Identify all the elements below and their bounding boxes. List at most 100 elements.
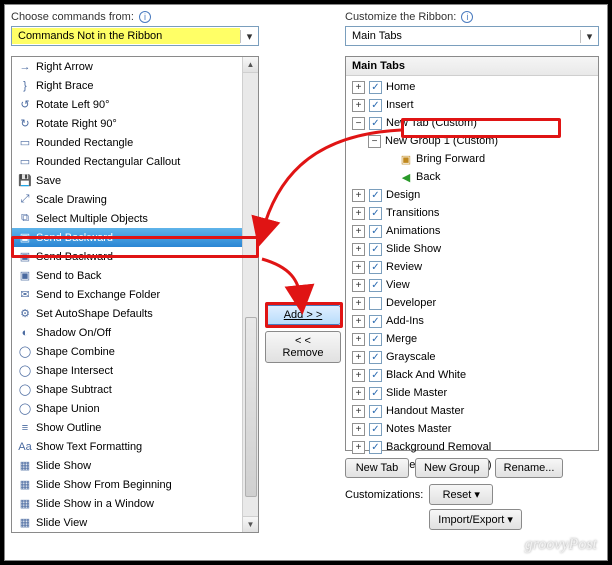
command-icon: 💾	[16, 174, 34, 187]
tree-item-addins[interactable]: +✓Add-Ins	[348, 312, 596, 330]
command-label: Shape Intersect	[34, 365, 113, 377]
command-row[interactable]: ▣Send Backward	[12, 247, 242, 266]
commands-source-dropdown[interactable]: Commands Not in the Ribbon ▾	[11, 26, 259, 46]
command-row[interactable]: ↻Rotate Right 90°	[12, 114, 242, 133]
command-label: Slide View	[34, 517, 87, 529]
command-row[interactable]: ▦Slide View	[12, 513, 242, 532]
import-export-button[interactable]: Import/Export ▾	[429, 509, 522, 530]
command-row[interactable]: ◯Shape Subtract	[12, 380, 242, 399]
command-row[interactable]: ▣Send to Back	[12, 266, 242, 285]
tree-item-grayscale[interactable]: +✓Grayscale	[348, 348, 596, 366]
rename-button[interactable]: Rename...	[495, 458, 564, 478]
command-label: Show Text Formatting	[34, 441, 142, 453]
command-icon: ▦	[16, 478, 34, 491]
command-row[interactable]: ◯Shape Union	[12, 399, 242, 418]
scroll-thumb[interactable]	[245, 317, 257, 497]
chevron-down-icon: ▾	[580, 30, 598, 43]
command-label: Shape Subtract	[34, 384, 112, 396]
command-row[interactable]: ⚙Set AutoShape Defaults	[12, 304, 242, 323]
choose-commands-label: Choose commands from:	[11, 11, 134, 23]
command-label: Rotate Right 90°	[34, 118, 117, 130]
command-row[interactable]: ▭Rounded Rectangular Callout	[12, 152, 242, 171]
tree-item-bw[interactable]: +✓Black And White	[348, 366, 596, 384]
tree-item-newgroup[interactable]: −New Group 1 (Custom)	[348, 132, 596, 150]
command-label: Rotate Left 90°	[34, 99, 110, 111]
add-button[interactable]: Add > >	[265, 305, 341, 325]
command-row[interactable]: ▦Slide Show	[12, 456, 242, 475]
command-icon: ↻	[16, 117, 34, 130]
watermark: groovyPost	[525, 536, 597, 554]
command-row[interactable]: ◯Shape Intersect	[12, 361, 242, 380]
command-row[interactable]: AaShow Text Formatting	[12, 437, 242, 456]
command-label: Shadow On/Off	[34, 327, 111, 339]
command-label: Send to Back	[34, 270, 101, 282]
command-label: Send to Exchange Folder	[34, 289, 160, 301]
tree-item-slideshow[interactable]: +✓Slide Show	[348, 240, 596, 258]
command-icon: ◯	[16, 345, 34, 358]
tree-item-notes[interactable]: +✓Notes Master	[348, 420, 596, 438]
command-row[interactable]: ↺Rotate Left 90°	[12, 95, 242, 114]
ribbon-target-dropdown[interactable]: Main Tabs ▾	[345, 26, 599, 46]
command-icon: ↺	[16, 98, 34, 111]
command-row[interactable]: ▦Slide Show in a Window	[12, 494, 242, 513]
command-label: Send Backward	[34, 251, 113, 263]
command-label: Rounded Rectangular Callout	[34, 156, 180, 168]
new-group-button[interactable]: New Group	[415, 458, 489, 478]
command-row[interactable]: ≡Show Outline	[12, 418, 242, 437]
command-icon: }	[16, 80, 34, 92]
ribbon-tree[interactable]: Main Tabs +✓Home +✓Insert −✓New Tab (Cus…	[345, 56, 599, 451]
command-label: Shape Union	[34, 403, 100, 415]
command-icon: Aa	[16, 441, 34, 453]
command-icon: ⚙	[16, 307, 34, 320]
command-row[interactable]: 💾Save	[12, 171, 242, 190]
command-label: Select Multiple Objects	[34, 213, 148, 225]
reset-button[interactable]: Reset ▾	[429, 484, 493, 505]
tree-item-transitions[interactable]: +✓Transitions	[348, 204, 596, 222]
new-tab-button[interactable]: New Tab	[345, 458, 409, 478]
command-icon: ▦	[16, 497, 34, 510]
command-icon: ◯	[16, 402, 34, 415]
command-icon: ▦	[16, 516, 34, 529]
command-row[interactable]: ▭Rounded Rectangle	[12, 133, 242, 152]
tree-item-view[interactable]: +✓View	[348, 276, 596, 294]
tree-header: Main Tabs	[346, 57, 598, 76]
remove-button[interactable]: < < Remove	[265, 331, 341, 363]
commands-listbox[interactable]: →Right Arrow}Right Brace↺Rotate Left 90°…	[11, 56, 259, 533]
command-row[interactable]: ✉Send to Exchange Folder	[12, 285, 242, 304]
command-row[interactable]: ⤢Scale Drawing	[12, 190, 242, 209]
tree-item-developer[interactable]: +Developer	[348, 294, 596, 312]
customize-ribbon-label: Customize the Ribbon:	[345, 11, 456, 23]
tree-item-bgremove[interactable]: +✓Background Removal	[348, 438, 596, 456]
tree-item-bring-forward[interactable]: ▣Bring Forward	[348, 150, 596, 168]
tree-item-review[interactable]: +✓Review	[348, 258, 596, 276]
command-label: Right Arrow	[34, 61, 93, 73]
tree-item-newtab[interactable]: −✓New Tab (Custom)	[348, 114, 596, 132]
command-row[interactable]: ⧉Select Multiple Objects	[12, 209, 242, 228]
tree-item-design[interactable]: +✓Design	[348, 186, 596, 204]
bring-forward-icon: ▣	[398, 153, 414, 166]
command-row[interactable]: ▣Send Backward	[12, 228, 242, 247]
command-row[interactable]: }Right Brace	[12, 76, 242, 95]
scrollbar[interactable]: ▲ ▼	[242, 57, 258, 532]
tree-item-back[interactable]: ◀Back	[348, 168, 596, 186]
tree-item-home[interactable]: +✓Home	[348, 78, 596, 96]
tree-item-animations[interactable]: +✓Animations	[348, 222, 596, 240]
tree-item-slidemaster[interactable]: +✓Slide Master	[348, 384, 596, 402]
command-icon: ✉	[16, 288, 34, 301]
command-row[interactable]: ▦Slide Show From Beginning	[12, 475, 242, 494]
command-row[interactable]: ◐Shadow On/Off	[12, 323, 242, 342]
command-label: Set AutoShape Defaults	[34, 308, 153, 320]
command-row[interactable]: ◯Shape Combine	[12, 342, 242, 361]
tree-item-handout[interactable]: +✓Handout Master	[348, 402, 596, 420]
command-icon: ▣	[16, 250, 34, 263]
scroll-down-button[interactable]: ▼	[243, 516, 258, 532]
info-icon[interactable]: i	[461, 11, 473, 23]
command-label: Scale Drawing	[34, 194, 107, 206]
tree-item-merge[interactable]: +✓Merge	[348, 330, 596, 348]
command-row[interactable]: →Right Arrow	[12, 57, 242, 76]
info-icon[interactable]: i	[139, 11, 151, 23]
scroll-up-button[interactable]: ▲	[243, 57, 258, 73]
command-label: Slide Show in a Window	[34, 498, 154, 510]
command-label: Rounded Rectangle	[34, 137, 133, 149]
tree-item-insert[interactable]: +✓Insert	[348, 96, 596, 114]
